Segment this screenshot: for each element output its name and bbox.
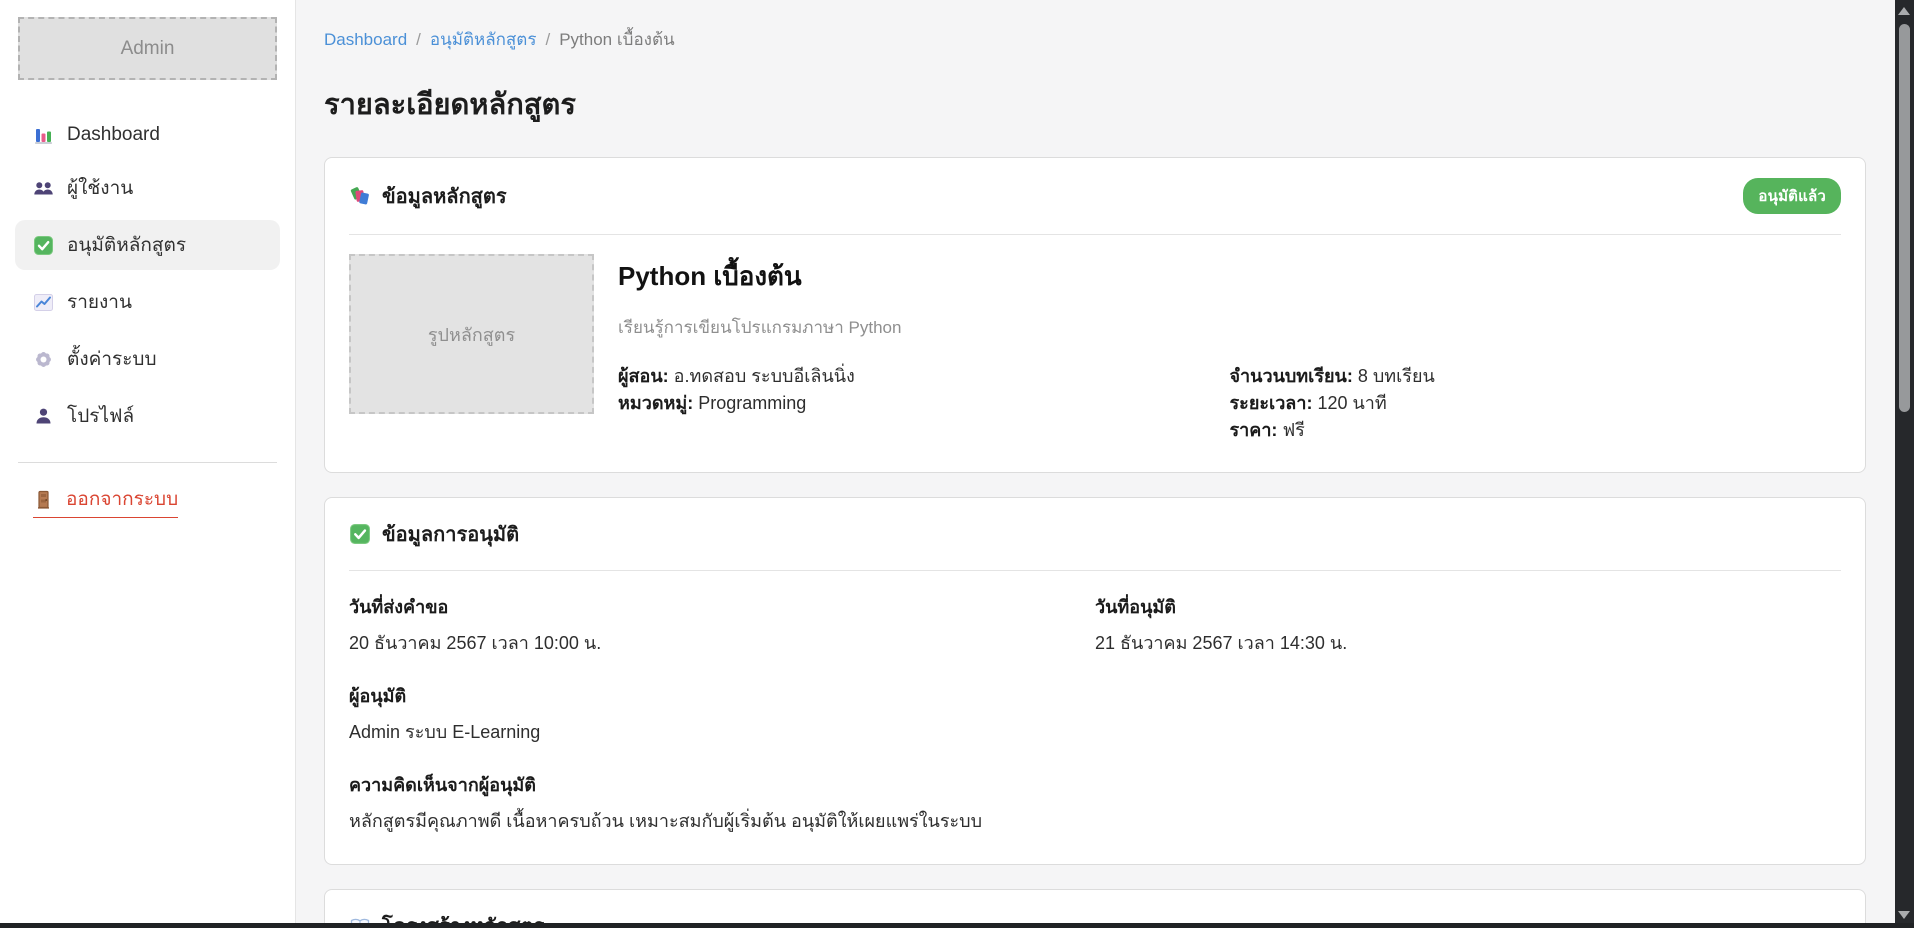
category-label: หมวดหมู่: [618, 393, 693, 413]
check-icon [349, 523, 371, 545]
breadcrumb-current: Python เบื้องต้น [559, 26, 674, 53]
chart-line-icon [33, 292, 54, 313]
main-content: Dashboard / อนุมัติหลักสูตร / Python เบื… [296, 0, 1895, 928]
approval-body: วันที่ส่งคำขอ 20 ธันวาคม 2567 เวลา 10:00… [325, 571, 1865, 864]
category-line: หมวดหมู่: Programming [618, 390, 1230, 417]
approver-value: Admin ระบบ E-Learning [349, 720, 1841, 745]
course-body: รูปหลักสูตร Python เบื้องต้น เรียนรู้การ… [325, 235, 1865, 472]
course-info: Python เบื้องต้น เรียนรู้การเขียนโปรแกรม… [618, 254, 1841, 444]
admin-label: Admin [121, 38, 175, 60]
request-date-field: วันที่ส่งคำขอ 20 ธันวาคม 2567 เวลา 10:00… [349, 595, 1095, 656]
logout-link[interactable]: ออกจากระบบ [33, 484, 178, 518]
course-description: เรียนรู้การเขียนโปรแกรมภาษา Python [618, 314, 1841, 341]
instructor-label: ผู้สอน: [618, 366, 669, 386]
approved-date-field: วันที่อนุมัติ 21 ธันวาคม 2567 เวลา 14:30… [1095, 595, 1841, 656]
duration-value: 120 นาที [1317, 393, 1386, 413]
door-icon [33, 489, 54, 510]
request-date-value: 20 ธันวาคม 2567 เวลา 10:00 น. [349, 631, 1095, 656]
approver-label: ผู้อนุมัติ [349, 684, 1841, 709]
approval-info-card: ข้อมูลการอนุมัติ วันที่ส่งคำขอ 20 ธันวาค… [324, 497, 1866, 865]
approver-comment-field: ความคิดเห็นจากผู้อนุมัติ หลักสูตรมีคุณภา… [349, 773, 1841, 834]
approver-field: ผู้อนุมัติ Admin ระบบ E-Learning [349, 684, 1841, 745]
sidebar-item-label: Dashboard [67, 124, 160, 146]
sidebar-item-label: โปรไฟล์ [67, 401, 134, 431]
sidebar-nav: Dashboard ผู้ใช้งาน [0, 114, 295, 441]
gear-icon [33, 349, 54, 370]
breadcrumb-separator: / [545, 30, 550, 50]
course-card-header: ข้อมูลหลักสูตร อนุมัติแล้ว [325, 158, 1865, 234]
sidebar: Admin Dashboard [0, 0, 296, 928]
scrollbar-thumb[interactable] [1899, 24, 1910, 412]
approved-date-label: วันที่อนุมัติ [1095, 595, 1841, 620]
instructor-line: ผู้สอน: อ.ทดสอบ ระบบอีเลินนิ่ง [618, 363, 1230, 390]
approver-comment-value: หลักสูตรมีคุณภาพดี เนื้อหาครบถ้วน เหมาะส… [349, 809, 1841, 834]
course-meta-left: ผู้สอน: อ.ทดสอบ ระบบอีเลินนิ่ง หมวดหมู่:… [618, 363, 1230, 444]
approval-card-header: ข้อมูลการอนุมัติ [325, 498, 1865, 570]
sidebar-item-dashboard[interactable]: Dashboard [15, 114, 280, 156]
breadcrumb-separator: / [416, 30, 421, 50]
approval-card-title: ข้อมูลการอนุมัติ [382, 518, 519, 550]
approved-date-value: 21 ธันวาคม 2567 เวลา 14:30 น. [1095, 631, 1841, 656]
course-card-title: ข้อมูลหลักสูตร [382, 180, 507, 212]
sidebar-divider [18, 462, 277, 463]
sidebar-item-label: อนุมัติหลักสูตร [67, 230, 186, 260]
books-icon [349, 185, 371, 207]
course-image-placeholder: รูปหลักสูตร [349, 254, 594, 414]
price-label: ราคา: [1230, 420, 1278, 440]
approval-dates-row: วันที่ส่งคำขอ 20 ธันวาคม 2567 เวลา 10:00… [349, 595, 1841, 656]
category-value: Programming [698, 393, 806, 413]
course-image-placeholder-label: รูปหลักสูตร [428, 320, 515, 349]
status-badge: อนุมัติแล้ว [1743, 178, 1841, 214]
scrollbar-down-arrow-icon[interactable] [1898, 911, 1910, 919]
instructor-value: อ.ทดสอบ ระบบอีเลินนิ่ง [674, 366, 855, 386]
page-title: รายละเอียดหลักสูตร [324, 81, 1866, 127]
check-icon [33, 235, 54, 256]
app-window: Admin Dashboard [0, 0, 1914, 928]
sidebar-item-course-approval[interactable]: อนุมัติหลักสูตร [15, 220, 280, 270]
scrollbar-up-arrow-icon[interactable] [1898, 7, 1910, 15]
request-date-label: วันที่ส่งคำขอ [349, 595, 1095, 620]
sidebar-item-reports[interactable]: รายงาน [15, 277, 280, 327]
sidebar-item-settings[interactable]: ตั้งค่าระบบ [15, 334, 280, 384]
window-bottom-edge [0, 923, 1914, 928]
duration-line: ระยะเวลา: 120 นาที [1230, 390, 1842, 417]
course-title: Python เบื้องต้น [618, 256, 1841, 297]
approver-comment-label: ความคิดเห็นจากผู้อนุมัติ [349, 773, 1841, 798]
admin-logo-box: Admin [18, 17, 277, 80]
course-meta-right: จำนวนบทเรียน: 8 บทเรียน ระยะเวลา: 120 นา… [1230, 363, 1842, 444]
lessons-value: 8 บทเรียน [1358, 366, 1435, 386]
bar-chart-icon [33, 125, 54, 146]
logout-label: ออกจากระบบ [66, 484, 178, 514]
sidebar-item-profile[interactable]: โปรไฟล์ [15, 391, 280, 441]
price-value: ฟรี [1282, 420, 1304, 440]
vertical-scrollbar[interactable] [1895, 0, 1914, 928]
breadcrumb: Dashboard / อนุมัติหลักสูตร / Python เบื… [324, 26, 1866, 53]
course-info-card: ข้อมูลหลักสูตร อนุมัติแล้ว รูปหลักสูตร P… [324, 157, 1866, 473]
course-meta: ผู้สอน: อ.ทดสอบ ระบบอีเลินนิ่ง หมวดหมู่:… [618, 363, 1841, 444]
users-icon [33, 178, 54, 199]
duration-label: ระยะเวลา: [1230, 393, 1313, 413]
lessons-label: จำนวนบทเรียน: [1230, 366, 1353, 386]
sidebar-item-label: ผู้ใช้งาน [67, 173, 133, 203]
sidebar-item-label: ตั้งค่าระบบ [67, 344, 157, 374]
price-line: ราคา: ฟรี [1230, 417, 1842, 444]
breadcrumb-link-dashboard[interactable]: Dashboard [324, 30, 407, 50]
person-icon [33, 406, 54, 427]
breadcrumb-link-course-approval[interactable]: อนุมัติหลักสูตร [430, 26, 537, 53]
sidebar-item-label: รายงาน [67, 287, 132, 317]
sidebar-item-users[interactable]: ผู้ใช้งาน [15, 163, 280, 213]
lessons-line: จำนวนบทเรียน: 8 บทเรียน [1230, 363, 1842, 390]
